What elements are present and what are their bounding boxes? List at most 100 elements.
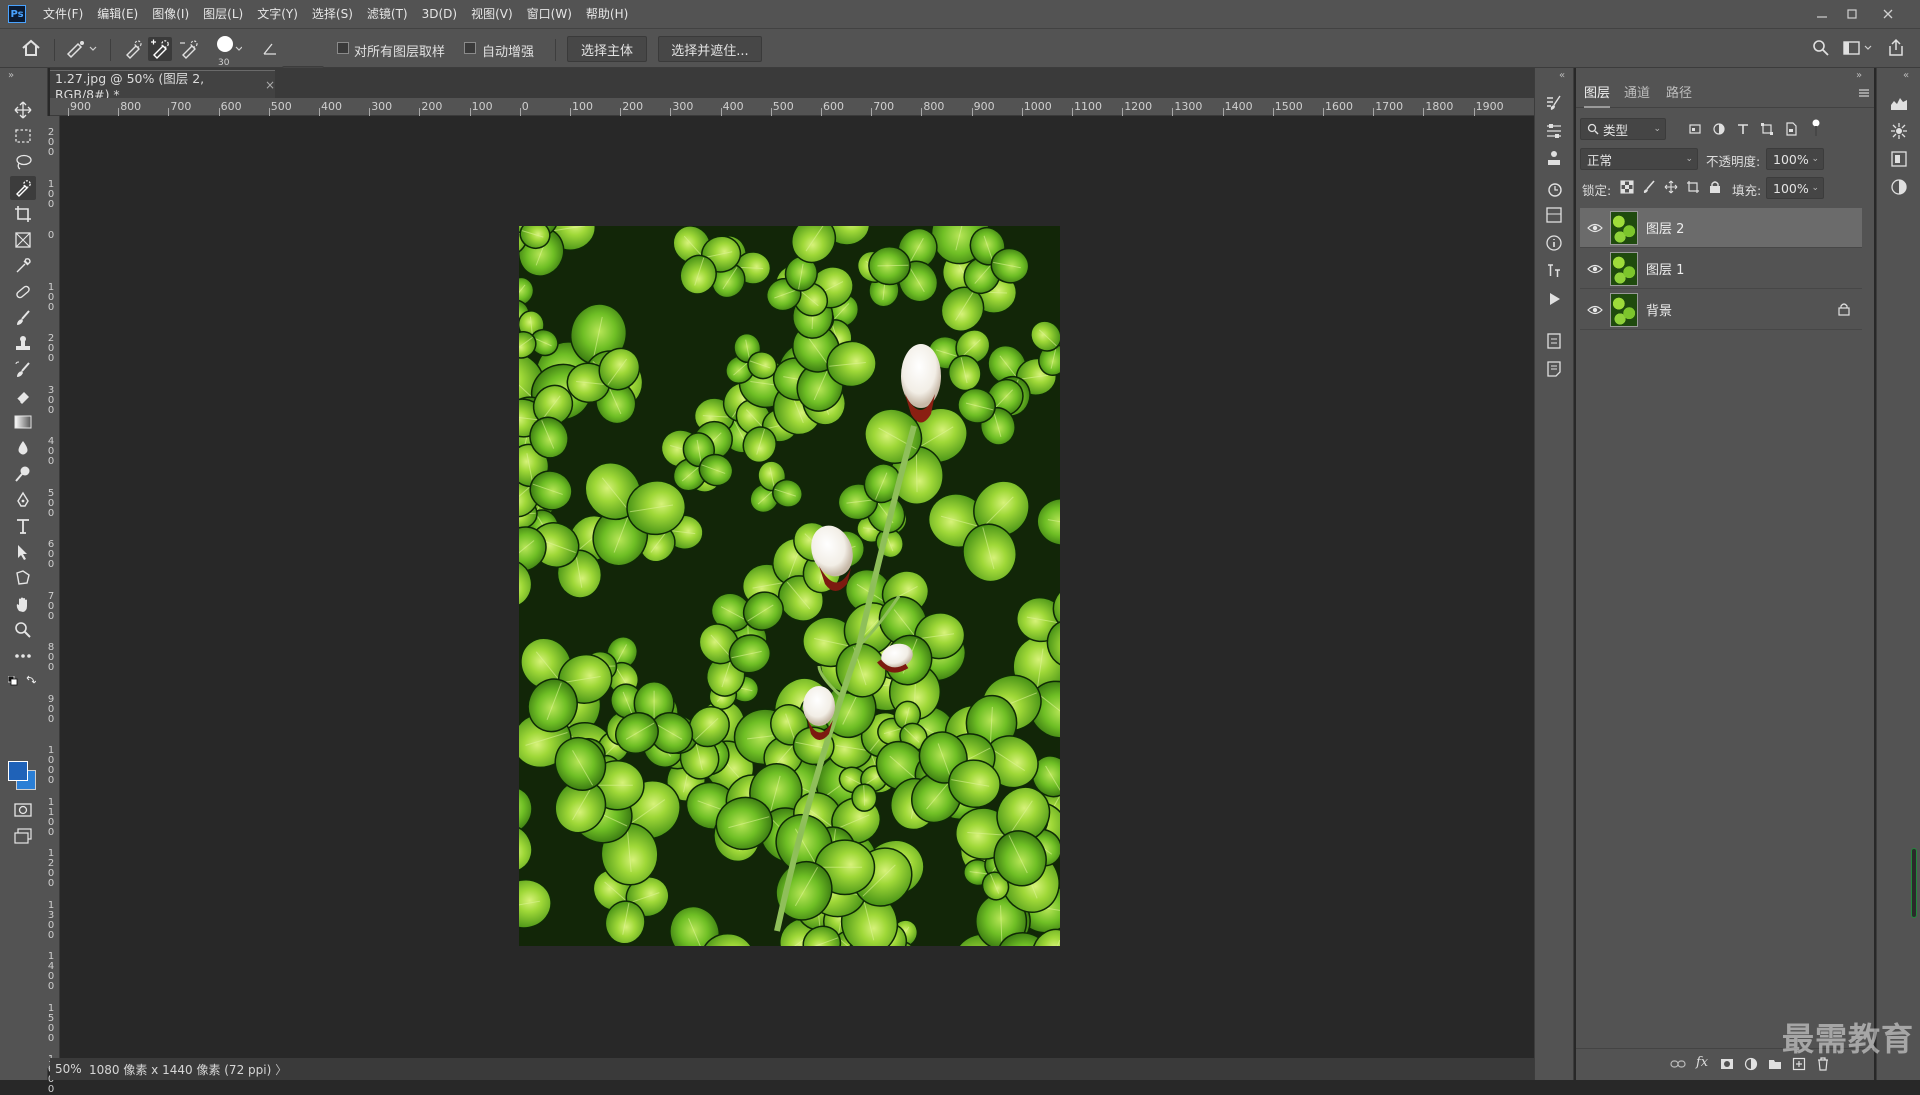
layer-style-fx-icon[interactable]: fx (1696, 1055, 1708, 1070)
libraries-icon[interactable] (1542, 204, 1566, 226)
frame-tool-icon[interactable] (10, 228, 36, 252)
link-layers-icon[interactable] (1670, 1059, 1686, 1069)
filter-shape-icon[interactable] (1760, 122, 1774, 136)
layer-filter-select[interactable]: 类型 ⌄ (1580, 118, 1666, 140)
blend-mode-select[interactable]: 正常 ⌄ (1580, 148, 1698, 170)
search-icon[interactable] (1812, 39, 1830, 57)
menu-view[interactable]: 视图(V) (464, 0, 520, 28)
select-subject-button[interactable]: 选择主体 (567, 36, 647, 62)
info-icon[interactable] (1542, 232, 1566, 254)
crop-tool-icon[interactable] (10, 202, 36, 226)
brush-tool-icon[interactable] (10, 306, 36, 330)
layer-row-layer-2[interactable]: 图层 2 (1580, 208, 1862, 248)
panel-menu-icon[interactable] (1858, 88, 1870, 98)
layer-name[interactable]: 图层 1 (1646, 259, 1684, 278)
filter-smart-object-icon[interactable] (1784, 122, 1798, 136)
filter-pixel-icon[interactable] (1688, 122, 1702, 136)
sample-all-layers-checkbox[interactable] (337, 42, 349, 54)
menu-select[interactable]: 选择(S) (305, 0, 360, 28)
share-icon[interactable] (1886, 38, 1906, 58)
tab-paths[interactable]: 路径 (1666, 80, 1692, 108)
collapse-panels-icon[interactable]: « (1559, 70, 1565, 81)
layer-name[interactable]: 背景 (1646, 300, 1672, 319)
menu-3d[interactable]: 3D(D) (415, 0, 464, 28)
lock-image-pixels-icon[interactable] (1642, 180, 1656, 194)
screen-mode-icon[interactable] (10, 824, 36, 848)
visibility-eye-icon[interactable] (1580, 223, 1610, 233)
close-tab-icon[interactable]: × (265, 78, 275, 92)
document-tab[interactable]: 1.27.jpg @ 50% (图层 2, RGB/8#) * × (50, 70, 275, 98)
select-and-mask-button[interactable]: 选择并遮住... (658, 36, 762, 62)
edit-toolbar-icon[interactable] (10, 644, 36, 668)
menu-help[interactable]: 帮助(H) (579, 0, 635, 28)
history-icon[interactable] (1542, 178, 1566, 200)
blur-tool-icon[interactable] (10, 436, 36, 460)
history-brush-tool-icon[interactable] (10, 358, 36, 382)
lock-all-icon[interactable] (1708, 180, 1722, 194)
menu-file[interactable]: 文件(F) (36, 0, 90, 28)
filter-toggle-icon[interactable] (1810, 118, 1822, 138)
workspace-icon[interactable] (1843, 39, 1873, 57)
brush-settings-icon[interactable] (1542, 92, 1566, 114)
filter-adjustment-icon[interactable] (1712, 122, 1726, 136)
default-colors-icon[interactable] (8, 676, 18, 686)
layer-name[interactable]: 图层 2 (1646, 218, 1684, 237)
custom-shape-tool-icon[interactable] (10, 566, 36, 590)
visibility-eye-icon[interactable] (1580, 305, 1610, 315)
menu-window[interactable]: 窗口(W) (520, 0, 579, 28)
character-icon[interactable] (1542, 260, 1566, 282)
swatches-icon[interactable] (1887, 148, 1911, 170)
lock-transparent-pixels-icon[interactable] (1620, 180, 1634, 194)
histogram-icon[interactable] (1887, 92, 1911, 114)
zoom-tool-icon[interactable] (10, 618, 36, 642)
move-tool-icon[interactable] (10, 98, 36, 122)
new-group-icon[interactable] (1768, 1057, 1782, 1071)
zoom-level[interactable]: 50% (55, 1062, 89, 1076)
add-to-selection-icon[interactable] (148, 37, 172, 61)
healing-brush-tool-icon[interactable] (10, 280, 36, 304)
minimize-icon[interactable] (1808, 0, 1836, 28)
layer-row-background[interactable]: 背景 (1580, 290, 1862, 330)
tab-channels[interactable]: 通道 (1624, 80, 1650, 108)
menu-edit[interactable]: 编辑(E) (90, 0, 145, 28)
eraser-tool-icon[interactable] (10, 384, 36, 408)
subtract-from-selection-icon[interactable] (178, 38, 200, 60)
tool-preset-picker-icon[interactable] (64, 38, 98, 60)
layer-row-layer-1[interactable]: 图层 1 (1580, 249, 1862, 289)
expand-right-panels-icon[interactable]: « (1903, 70, 1909, 81)
notes-icon[interactable] (1542, 358, 1566, 380)
color-icon[interactable] (1887, 176, 1911, 198)
close-window-icon[interactable] (1874, 0, 1902, 28)
photoshop-logo[interactable]: Ps (8, 5, 26, 23)
tab-layers[interactable]: 图层 (1584, 80, 1610, 108)
quick-selection-tool-icon[interactable] (10, 176, 36, 200)
menu-image[interactable]: 图像(I) (145, 0, 196, 28)
dodge-tool-icon[interactable] (10, 462, 36, 486)
gradient-tool-icon[interactable] (10, 410, 36, 434)
path-selection-tool-icon[interactable] (10, 540, 36, 564)
new-adjustment-layer-icon[interactable] (1744, 1057, 1758, 1071)
marquee-tool-icon[interactable] (10, 124, 36, 148)
document-image-clover-leaves[interactable] (519, 226, 1060, 946)
lasso-tool-icon[interactable] (10, 150, 36, 174)
status-menu-arrow-icon[interactable]: 〉 (275, 1061, 287, 1078)
adjustments-icon[interactable] (1542, 120, 1566, 142)
hand-tool-icon[interactable] (10, 592, 36, 616)
navigator-icon[interactable] (1887, 120, 1911, 142)
fill-input[interactable]: 100% ⌄ (1766, 177, 1824, 199)
scroll-indicator[interactable] (1911, 848, 1917, 918)
menu-filter[interactable]: 滤镜(T) (360, 0, 415, 28)
menu-layer[interactable]: 图层(L) (196, 0, 250, 28)
add-mask-icon[interactable] (1720, 1057, 1734, 1071)
pen-tool-icon[interactable] (10, 488, 36, 512)
menu-type[interactable]: 文字(Y) (250, 0, 305, 28)
lock-artboard-icon[interactable] (1686, 180, 1700, 194)
collapse-toolbar-icon[interactable]: » (8, 70, 14, 81)
foreground-color-swatch[interactable] (8, 761, 28, 781)
properties-icon[interactable] (1542, 330, 1566, 352)
auto-enhance-checkbox[interactable] (464, 42, 476, 54)
lock-position-icon[interactable] (1664, 180, 1678, 194)
opacity-input[interactable]: 100% ⌄ (1766, 148, 1824, 170)
swap-colors-icon[interactable] (26, 675, 36, 685)
new-selection-icon[interactable] (122, 38, 144, 60)
